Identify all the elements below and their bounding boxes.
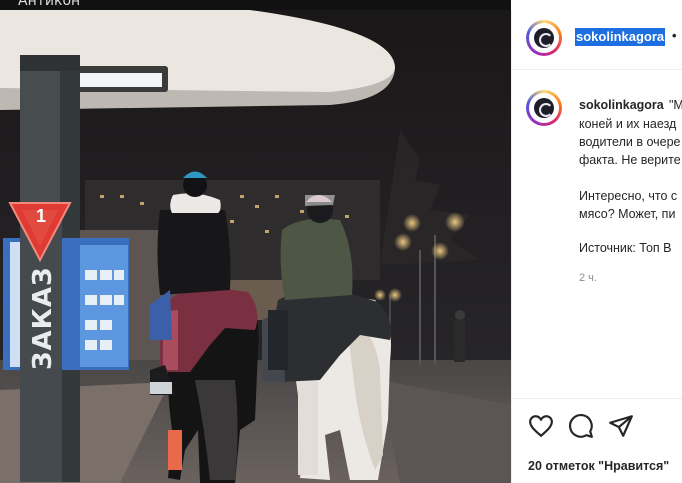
likes-count[interactable]: 20 отметок "Нравится" (528, 459, 669, 473)
post-photo[interactable]: 1 ЗАКАЗ (0, 10, 511, 483)
separator-dot: • (672, 28, 677, 43)
comment-icon[interactable] (568, 413, 594, 439)
instagram-post-viewer: Антикон 1 ЗАКАЗ sokolinkagora • sokolink… (0, 0, 682, 483)
caption-line: Интересно, что с (579, 189, 678, 203)
caption-comment: sokolinkagora "М коней и их наезд водите… (512, 70, 682, 410)
sign-number: 1 (35, 206, 46, 226)
top-strip: Антикон (0, 0, 511, 10)
post-side-panel: sokolinkagora • sokolinkagora "М коней и… (511, 10, 682, 483)
night-street-scene (0, 10, 511, 483)
caption-line: мясо? Может, пи (579, 207, 676, 221)
caption-line: факта. Не верите (579, 153, 681, 167)
profile-logo-icon (534, 98, 554, 118)
caption-avatar[interactable] (526, 90, 562, 126)
sign-text: ЗАКАЗ (28, 266, 58, 370)
caption-line: Источник: Топ В (579, 241, 672, 255)
profile-logo-icon (534, 28, 554, 48)
caption-quote: "М (669, 98, 682, 112)
post-actions: 20 отметок "Нравится" (512, 398, 682, 483)
heart-icon[interactable] (528, 413, 554, 439)
caption-line: коней и их наезд (579, 117, 677, 131)
share-icon[interactable] (608, 413, 634, 439)
header-username[interactable]: sokolinkagora (575, 28, 666, 46)
caption-username[interactable]: sokolinkagora (579, 98, 664, 112)
avatar[interactable] (526, 20, 562, 56)
caption-line: водители в очере (579, 135, 681, 149)
overlay-title: Антикон (18, 0, 81, 9)
post-time[interactable]: 2 ч. (579, 272, 597, 284)
post-header: sokolinkagora • (512, 10, 682, 70)
